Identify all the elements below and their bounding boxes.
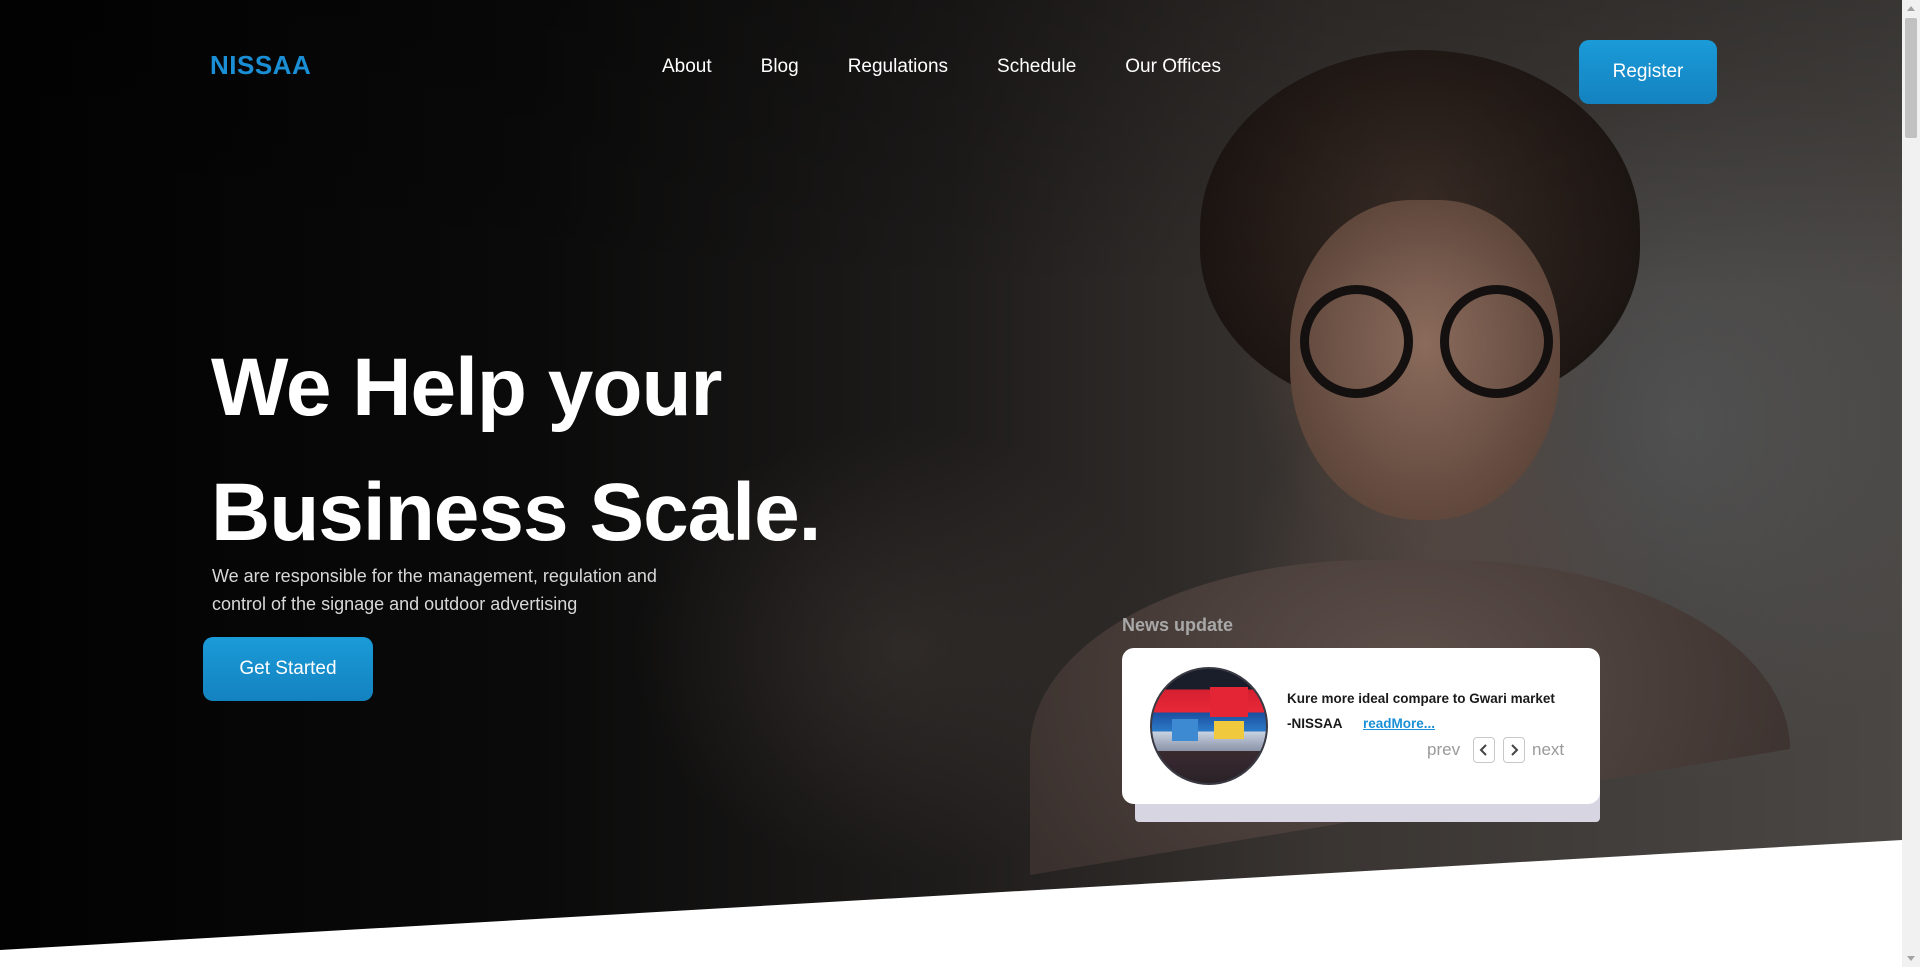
nav-item-regulations[interactable]: Regulations bbox=[848, 56, 948, 78]
nav-item-blog[interactable]: Blog bbox=[761, 56, 799, 78]
hero-headline-line2: Business Scale. bbox=[211, 467, 821, 558]
scroll-down-arrow-icon[interactable] bbox=[1902, 950, 1920, 967]
main-nav: About Blog Regulations Schedule Our Offi… bbox=[662, 56, 1270, 78]
news-title: Kure more ideal compare to Gwari market bbox=[1287, 691, 1555, 706]
news-thumbnail bbox=[1150, 667, 1268, 785]
nav-item-our-offices[interactable]: Our Offices bbox=[1125, 56, 1221, 78]
read-more-link[interactable]: readMore... bbox=[1363, 716, 1435, 731]
news-next-button[interactable] bbox=[1503, 737, 1525, 763]
nav-item-schedule[interactable]: Schedule bbox=[997, 56, 1076, 78]
news-prev-label[interactable]: prev bbox=[1427, 740, 1460, 760]
get-started-button[interactable]: Get Started bbox=[203, 637, 373, 701]
news-section-label: News update bbox=[1122, 615, 1234, 635]
news-next-label[interactable]: next bbox=[1532, 740, 1564, 760]
landing-page: NISSAA About Blog Regulations Schedule O… bbox=[0, 0, 1920, 967]
news-card: Kure more ideal compare to Gwari market … bbox=[1122, 648, 1600, 804]
billboard-sign bbox=[1210, 687, 1248, 717]
billboard-sign bbox=[1172, 719, 1198, 741]
scrollbar-thumb[interactable] bbox=[1905, 18, 1917, 138]
hero-headline: We Help your Business Scale. bbox=[211, 325, 821, 575]
hero-subtext: We are responsible for the management, r… bbox=[212, 566, 657, 614]
hero-headline-line1: We Help your bbox=[211, 342, 722, 433]
register-button[interactable]: Register bbox=[1579, 40, 1717, 104]
site-logo[interactable]: NISSAA bbox=[210, 50, 311, 81]
news-prev-button[interactable] bbox=[1473, 737, 1495, 763]
chevron-right-icon bbox=[1511, 744, 1519, 756]
news-author: -NISSAA bbox=[1287, 716, 1343, 731]
chevron-left-icon bbox=[1479, 744, 1487, 756]
nav-item-about[interactable]: About bbox=[662, 56, 712, 78]
billboard-sign bbox=[1214, 721, 1244, 739]
page-scrollbar[interactable] bbox=[1902, 0, 1920, 967]
scroll-up-arrow-icon[interactable] bbox=[1902, 0, 1920, 17]
